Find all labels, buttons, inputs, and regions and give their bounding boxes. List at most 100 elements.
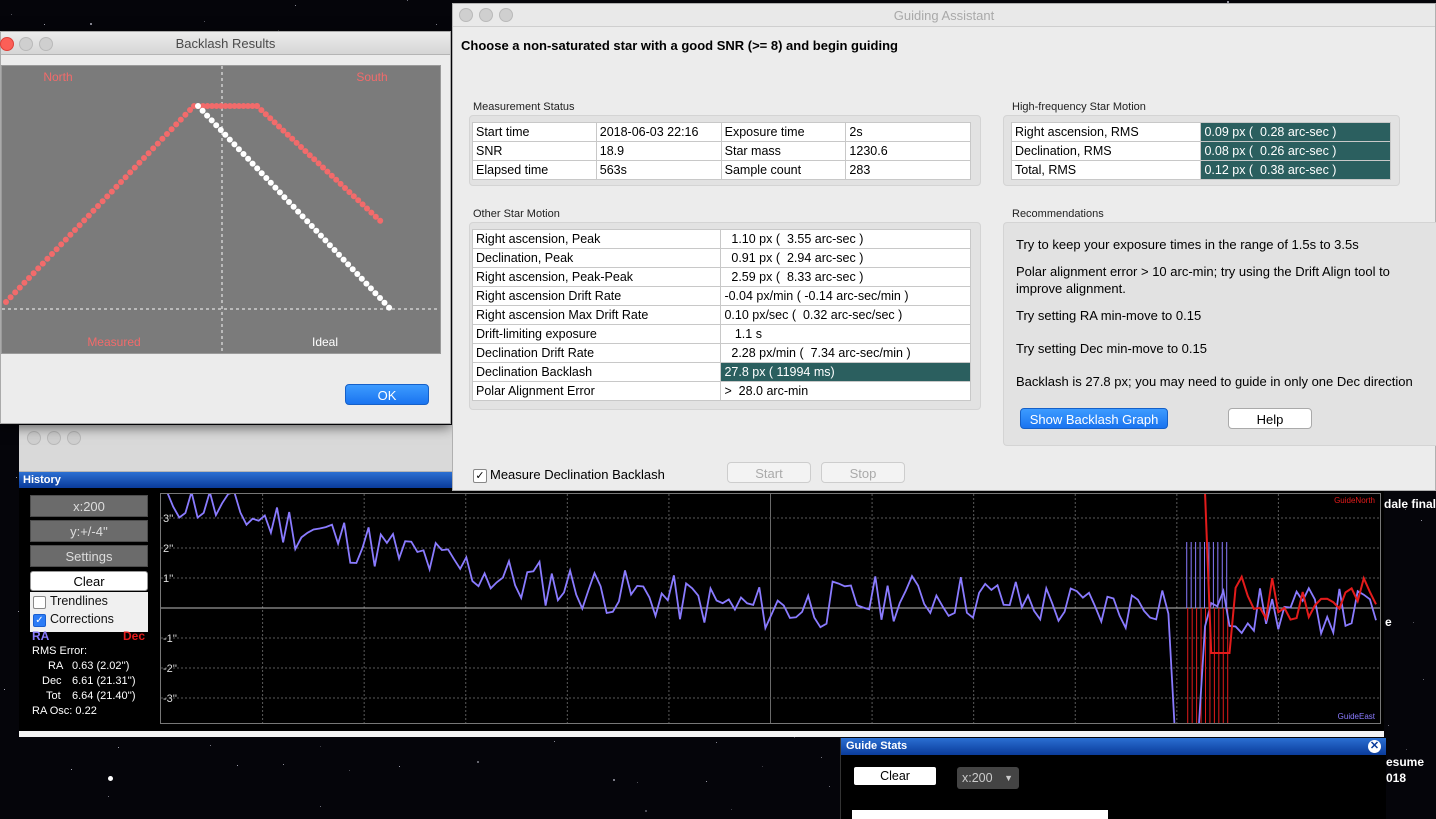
y-tick-label: -1'' xyxy=(163,633,177,645)
measured-point xyxy=(35,265,42,272)
measured-point xyxy=(293,139,300,146)
ideal-point xyxy=(222,131,229,138)
ideal-point xyxy=(358,275,365,282)
star xyxy=(204,21,205,22)
other-star-motion-table: Right ascension, Peak 1.10 px ( 3.55 arc… xyxy=(471,229,971,401)
ideal-point xyxy=(363,280,370,287)
recommendation-item: Try setting RA min-move to 0.15 xyxy=(1016,308,1202,323)
star xyxy=(436,24,437,25)
backlash-titlebar[interactable]: Backlash Results xyxy=(0,32,450,55)
measured-point xyxy=(49,251,55,257)
measured-point xyxy=(95,203,101,209)
history-graph[interactable]: 3'' 2'' 1'' -1'' -2'' -3'' GuideNorth GuideEa… xyxy=(160,493,1381,724)
star xyxy=(637,782,638,783)
ra-oscillation: RA Osc: 0.22 xyxy=(32,705,97,717)
minimize-icon[interactable] xyxy=(47,431,61,445)
guiding-assistant-titlebar[interactable]: Guiding Assistant xyxy=(453,4,1435,27)
high-frequency-cell: 0.08 px ( 0.26 arc-sec ) xyxy=(1200,141,1391,161)
ideal-point xyxy=(313,227,320,234)
ideal-point xyxy=(199,107,206,114)
measured-point xyxy=(280,127,287,134)
measured-point xyxy=(99,198,106,205)
ideal-point xyxy=(299,213,306,220)
start-button[interactable]: Start xyxy=(727,462,811,483)
measured-point xyxy=(267,115,274,122)
history-clear-button[interactable]: Clear xyxy=(30,571,148,591)
star xyxy=(108,796,109,797)
other-motion-row: Right ascension, Peak-Peak 2.59 px ( 8.3… xyxy=(471,267,971,287)
rms-dec-value: 6.61 (21.31'') xyxy=(72,675,136,687)
rms-ra-label: RA xyxy=(48,660,64,672)
measurement-status-row: Elapsed time 563s Sample count 283 xyxy=(472,160,971,180)
ideal-label: Ideal xyxy=(312,335,338,349)
recommendation-item: Try to keep your exposure times in the r… xyxy=(1016,237,1359,252)
background-text-fragment: 018 xyxy=(1386,771,1407,785)
measured-point xyxy=(159,135,166,142)
background-text-fragment: e xyxy=(1385,615,1392,629)
other-motion-cell: Drift-limiting exposure xyxy=(471,324,722,344)
star xyxy=(11,14,12,15)
star xyxy=(1423,679,1424,680)
measured-point xyxy=(7,294,14,301)
ideal-point xyxy=(308,223,315,229)
rms-tot-value: 6.64 (21.40'') xyxy=(72,690,136,702)
measured-point xyxy=(333,176,340,183)
y-tick-label: 2'' xyxy=(163,543,173,555)
other-motion-cell: Right ascension, Peak-Peak xyxy=(471,267,722,287)
show-backlash-graph-button[interactable]: Show Backlash Graph xyxy=(1020,408,1168,429)
measurement-status-cell: SNR xyxy=(472,141,597,161)
y-scale-dropdown[interactable]: y:+/-4'' xyxy=(30,520,148,542)
ideal-point xyxy=(349,266,356,273)
other-motion-cell: Right ascension, Peak xyxy=(471,229,722,249)
measured-point xyxy=(324,168,331,175)
guide-stats-pane: Guide Stats ✕ Clear x:200 ▼ xyxy=(840,738,1386,819)
history-checkbox-group: Trendlines ✓ Corrections xyxy=(30,592,148,632)
star xyxy=(210,745,211,746)
x-scale-dropdown[interactable]: x:200 xyxy=(30,495,148,517)
chevron-down-icon: ▼ xyxy=(1004,773,1013,783)
help-button[interactable]: Help xyxy=(1228,408,1312,429)
measured-point xyxy=(145,150,152,157)
ok-button[interactable]: OK xyxy=(345,384,429,405)
measured-point xyxy=(90,207,97,214)
measured-point xyxy=(58,241,65,248)
zoom-icon[interactable] xyxy=(67,431,81,445)
other-motion-cell: 2.28 px/min ( 7.34 arc-sec/min ) xyxy=(720,343,971,363)
star xyxy=(4,689,5,690)
guide-stats-x-scale-dropdown[interactable]: x:200 ▼ xyxy=(957,767,1019,789)
high-frequency-row: Right ascension, RMS 0.09 px ( 0.28 arc-s… xyxy=(1010,122,1391,142)
high-frequency-label: High-frequency Star Motion xyxy=(1012,101,1146,113)
ra-legend: RA xyxy=(32,629,50,643)
other-motion-cell: 0.10 px/sec ( 0.32 arc-sec/sec ) xyxy=(720,305,971,325)
star xyxy=(1421,520,1422,521)
star xyxy=(320,806,321,807)
stop-button[interactable]: Stop xyxy=(821,462,905,483)
corrections-checkbox[interactable]: ✓ xyxy=(33,614,46,627)
ideal-point xyxy=(249,160,256,167)
other-motion-row: Declination, Peak 0.91 px ( 2.94 arc-sec… xyxy=(471,248,971,268)
ideal-point xyxy=(326,242,333,249)
measurement-status-cell: 2018-06-03 22:16 xyxy=(595,122,722,142)
close-icon[interactable] xyxy=(27,431,41,445)
rms-tot-label: Tot xyxy=(46,690,61,702)
settings-button[interactable]: Settings xyxy=(30,545,148,567)
other-motion-cell: Declination Backlash xyxy=(471,362,722,382)
high-frequency-table: Right ascension, RMS 0.09 px ( 0.28 arc-s… xyxy=(1010,122,1391,180)
guide-east-label: GuideEast xyxy=(1338,712,1376,721)
measurement-status-row: SNR 18.9 Star mass 1230.6 xyxy=(472,141,971,161)
y-tick-label: 3'' xyxy=(163,513,173,525)
measured-point xyxy=(315,160,322,167)
guide-stats-title: Guide Stats xyxy=(841,738,1386,755)
guide-stats-clear-button[interactable]: Clear xyxy=(854,767,936,785)
other-motion-cell: 1.10 px ( 3.55 arc-sec ) xyxy=(720,229,971,249)
measure-dec-backlash-label: Measure Declination Backlash xyxy=(490,467,665,482)
other-motion-cell: 2.59 px ( 8.33 arc-sec ) xyxy=(720,267,971,287)
close-icon[interactable]: ✕ xyxy=(1368,740,1381,753)
measure-dec-backlash-checkbox[interactable]: ✓ xyxy=(473,469,487,483)
measurement-status-cell: Exposure time xyxy=(720,122,847,142)
high-frequency-cell: 0.12 px ( 0.38 arc-sec ) xyxy=(1200,160,1391,180)
trendlines-checkbox[interactable] xyxy=(33,596,46,609)
guide-north-label: GuideNorth xyxy=(1334,496,1375,505)
other-motion-row: Declination Drift Rate 2.28 px/min ( 7.3… xyxy=(471,343,971,363)
measured-point xyxy=(372,213,379,220)
